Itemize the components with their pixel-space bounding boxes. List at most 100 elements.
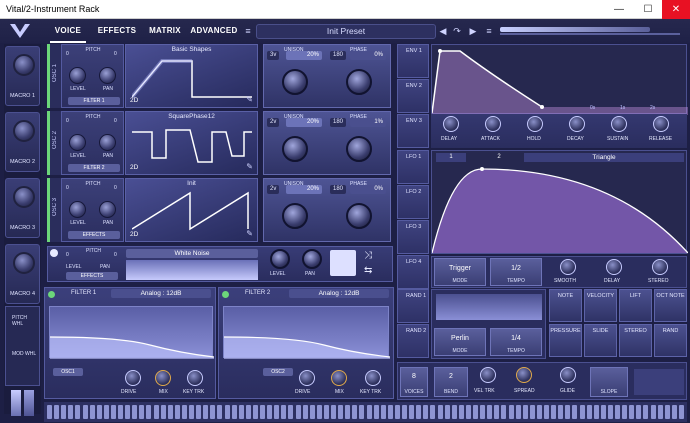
piano-key[interactable] xyxy=(359,405,365,419)
bounce-icon[interactable]: ⇆ xyxy=(364,265,388,277)
filter-1-power-icon[interactable] xyxy=(48,291,55,298)
piano-key[interactable] xyxy=(267,405,273,419)
piano-key[interactable] xyxy=(544,405,549,419)
piano-key[interactable] xyxy=(671,405,677,419)
osc-1-dimension[interactable]: 2D xyxy=(130,97,138,104)
env-3-tab[interactable]: ENV 3 xyxy=(397,114,429,148)
sample-pitch-octave[interactable]: 0 xyxy=(66,252,69,258)
piano-key[interactable] xyxy=(224,405,230,419)
piano-key[interactable] xyxy=(437,405,443,419)
piano-key[interactable] xyxy=(622,405,628,419)
piano-key[interactable] xyxy=(203,405,209,419)
osc-3-toggle[interactable]: OSC 3 xyxy=(47,178,61,242)
pitch-mod-wheels[interactable] xyxy=(6,388,39,418)
env-2-tab[interactable]: ENV 2 xyxy=(397,79,429,113)
env-hold-knob[interactable] xyxy=(527,116,543,132)
lfo-shape-select[interactable]: Triangle xyxy=(524,153,684,162)
maximize-button[interactable]: ☐ xyxy=(634,0,662,19)
piano-key[interactable] xyxy=(465,405,471,419)
lfo-tempo-select[interactable]: 1/2 TEMPO xyxy=(490,258,542,286)
glide-knob[interactable] xyxy=(560,367,576,383)
lfo-2-tab[interactable]: LFO 2 xyxy=(397,185,429,219)
piano-key[interactable] xyxy=(423,405,429,419)
piano-key[interactable] xyxy=(444,405,450,419)
osc-2-pan-knob[interactable] xyxy=(99,134,116,151)
piano-key[interactable] xyxy=(515,405,521,419)
piano-key[interactable] xyxy=(593,405,599,419)
mod-pressure[interactable]: PRESSURE xyxy=(549,324,582,357)
piano-key[interactable] xyxy=(245,405,251,419)
filter-2-keytrack-knob[interactable] xyxy=(365,370,381,386)
piano-key[interactable] xyxy=(338,405,344,419)
osc-3-phase-random[interactable]: 0% xyxy=(350,185,386,194)
mod-note[interactable]: NOTE xyxy=(549,289,582,322)
piano-key[interactable] xyxy=(494,405,500,419)
piano-key[interactable] xyxy=(416,405,422,419)
sample-power-icon[interactable] xyxy=(50,249,58,257)
piano-key[interactable] xyxy=(238,405,244,419)
rand-2-tab[interactable]: RAND 2 xyxy=(397,324,429,358)
piano-key[interactable] xyxy=(572,405,578,419)
osc-3-pan-knob[interactable] xyxy=(99,201,116,218)
osc-2-unison-detune[interactable]: 20% xyxy=(286,118,322,127)
mod-random[interactable]: RAND xyxy=(654,324,687,357)
piano-key[interactable] xyxy=(451,405,457,419)
lfo-3-tab[interactable]: LFO 3 xyxy=(397,220,429,254)
osc-1-phase-knob[interactable] xyxy=(346,69,372,95)
osc-2-phase-random[interactable]: 1% xyxy=(350,118,386,127)
tab-effects[interactable]: EFFECTS xyxy=(95,19,139,43)
piano-key[interactable] xyxy=(181,405,187,419)
piano-key[interactable] xyxy=(252,405,258,419)
piano-key[interactable] xyxy=(607,405,613,419)
piano-key[interactable] xyxy=(551,405,557,419)
filter-2-mix-knob[interactable] xyxy=(331,370,347,386)
env-sustain-knob[interactable] xyxy=(611,116,627,132)
edit-pencil-icon[interactable]: ✎ xyxy=(246,229,253,238)
osc-1-phase-random[interactable]: 0% xyxy=(350,51,386,60)
piano-key[interactable] xyxy=(373,405,379,419)
preset-selector[interactable]: Init Preset xyxy=(256,24,436,39)
piano-key[interactable] xyxy=(61,405,67,419)
osc-2-unison-knob[interactable] xyxy=(282,136,308,162)
piano-key[interactable] xyxy=(96,405,102,419)
piano-key[interactable] xyxy=(118,405,123,419)
osc-3-unison-detune[interactable]: 20% xyxy=(286,185,322,194)
sample-route-select[interactable]: EFFECTS xyxy=(66,272,118,280)
piano-key[interactable] xyxy=(345,405,351,419)
osc-1-unison-detune[interactable]: 20% xyxy=(286,51,322,60)
osc-3-dimension[interactable]: 2D xyxy=(130,231,138,238)
filter-2-type-select[interactable]: Analog : 12dB xyxy=(289,289,389,298)
mod-stereo[interactable]: STEREO xyxy=(619,324,652,357)
piano-key[interactable] xyxy=(565,405,571,419)
piano-key[interactable] xyxy=(54,405,60,419)
osc-3-route-select[interactable]: EFFECTS xyxy=(68,231,120,239)
filter-1-response[interactable] xyxy=(49,306,215,359)
tab-matrix[interactable]: MATRIX xyxy=(145,19,185,43)
piano-key[interactable] xyxy=(89,405,95,419)
osc-2-wavetable[interactable]: SquarePhase12 2D ✎ xyxy=(125,111,258,175)
filter-2-drive-knob[interactable] xyxy=(299,370,315,386)
piano-key[interactable] xyxy=(174,405,180,419)
mod-velocity[interactable]: VELOCITY xyxy=(584,289,617,322)
piano-key[interactable] xyxy=(657,405,663,419)
piano-key[interactable] xyxy=(487,405,493,419)
piano-key[interactable] xyxy=(402,405,407,419)
envelope-editor[interactable]: 0s 1s 2s xyxy=(431,44,688,115)
filter-1-mix-knob[interactable] xyxy=(155,370,171,386)
osc-2-pitch-octave[interactable]: 0 xyxy=(66,118,69,124)
piano-key[interactable] xyxy=(110,405,116,419)
piano-key[interactable] xyxy=(288,405,294,419)
osc-1-pan-knob[interactable] xyxy=(99,67,116,84)
piano-key[interactable] xyxy=(217,405,223,419)
piano-key[interactable] xyxy=(650,405,656,419)
piano-key[interactable] xyxy=(678,405,684,419)
voices-select[interactable]: 8 VOICES xyxy=(400,367,428,397)
piano-key[interactable] xyxy=(366,405,372,419)
piano-key[interactable] xyxy=(586,405,592,419)
osc-2-phase-value[interactable]: 180 xyxy=(330,118,347,127)
osc-1-phase-value[interactable]: 180 xyxy=(330,51,347,60)
slope-control[interactable]: SLOPE xyxy=(590,367,628,397)
piano-key[interactable] xyxy=(316,405,322,419)
piano-key[interactable] xyxy=(167,405,173,419)
env-delay-knob[interactable] xyxy=(443,116,459,132)
